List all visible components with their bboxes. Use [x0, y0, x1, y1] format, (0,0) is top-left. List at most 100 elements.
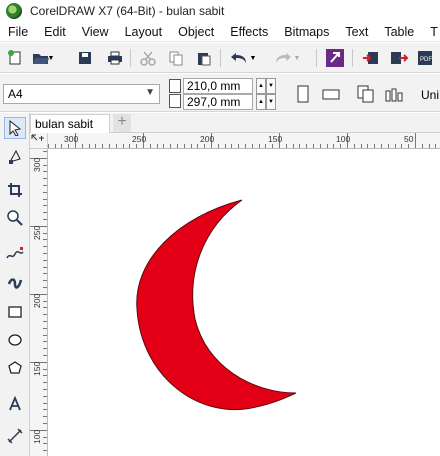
current-page-icon[interactable] [383, 83, 405, 105]
menu-layout[interactable]: Layout [117, 25, 171, 39]
ruler-minor-tick [43, 382, 47, 383]
ruler-label: 250 [32, 225, 42, 240]
vertical-ruler[interactable]: 300 250 200 150 100 [30, 149, 48, 456]
menu-text[interactable]: Text [337, 25, 376, 39]
redo-dropdown-icon[interactable]: ▼ [292, 48, 302, 68]
ruler-minor-tick [116, 144, 117, 148]
ruler-minor-tick [293, 144, 294, 148]
dimension-tool-icon[interactable] [4, 425, 26, 447]
all-pages-icon[interactable] [355, 83, 377, 105]
menu-object[interactable]: Object [170, 25, 222, 39]
undo-icon[interactable] [228, 48, 250, 68]
ruler-minor-tick [340, 144, 341, 148]
horizontal-ruler[interactable]: 300 250 200 150 100 50 [48, 133, 440, 149]
crop-tool-icon[interactable] [4, 179, 26, 201]
artistic-media-tool-icon[interactable] [4, 271, 26, 293]
ruler-minor-tick [82, 144, 83, 148]
publish-pdf-icon[interactable]: PDF [415, 48, 437, 68]
crescent-moon-shape[interactable] [136, 199, 297, 411]
page-height-field[interactable]: 297,0 mm [183, 94, 253, 110]
new-document-icon[interactable] [4, 48, 26, 68]
ruler-minor-tick [48, 144, 49, 148]
chevron-down-icon: ▼ [145, 87, 155, 98]
ruler-minor-tick [231, 144, 232, 148]
paste-icon[interactable] [193, 48, 215, 68]
window-title: CorelDRAW X7 (64-Bit) - bulan sabit [30, 4, 225, 18]
ruler-minor-tick [150, 144, 151, 148]
landscape-icon[interactable] [320, 83, 342, 105]
ruler-minor-tick [43, 178, 47, 179]
ruler-origin-corner[interactable] [30, 133, 48, 149]
redo-icon[interactable] [272, 48, 294, 68]
ruler-minor-tick [43, 430, 47, 431]
ruler-minor-tick [197, 144, 198, 148]
ruler-minor-tick [43, 314, 47, 315]
canvas-svg [136, 199, 297, 411]
document-tab[interactable]: bulan sabit [30, 114, 110, 133]
menu-file[interactable]: File [0, 25, 36, 39]
menu-tools-truncated[interactable]: T [422, 25, 440, 39]
menu-effects[interactable]: Effects [222, 25, 276, 39]
shape-tool-icon[interactable] [4, 145, 26, 167]
ruler-minor-tick [429, 144, 430, 148]
ruler-label: 150 [32, 361, 42, 376]
ruler-minor-tick [43, 423, 47, 424]
ruler-minor-tick [408, 144, 409, 148]
ruler-minor-tick [109, 144, 110, 148]
ruler-minor-tick [279, 144, 280, 148]
ruler-minor-tick [43, 151, 47, 152]
ruler-minor-tick [43, 287, 47, 288]
menu-bitmaps[interactable]: Bitmaps [276, 25, 337, 39]
ruler-minor-tick [177, 144, 178, 148]
menu-edit[interactable]: Edit [36, 25, 74, 39]
undo-dropdown-icon[interactable]: ▼ [248, 48, 258, 68]
ruler-minor-tick [43, 450, 47, 451]
ruler-minor-tick [43, 355, 47, 356]
pick-tool-icon[interactable] [4, 117, 26, 139]
ruler-minor-tick [401, 144, 402, 148]
ruler-minor-tick [374, 144, 375, 148]
ruler-minor-tick [43, 192, 47, 193]
zoom-tool-icon[interactable] [4, 207, 26, 229]
ruler-minor-tick [43, 396, 47, 397]
ellipse-tool-icon[interactable] [4, 329, 26, 351]
ruler-minor-tick [204, 144, 205, 148]
ruler-minor-tick [225, 144, 226, 148]
ruler-minor-tick [43, 348, 47, 349]
corel-logo-icon[interactable] [324, 48, 346, 68]
cut-icon[interactable] [137, 48, 159, 68]
page-width-field[interactable]: 210,0 mm [183, 78, 253, 94]
ruler-minor-tick [43, 267, 47, 268]
portrait-icon[interactable] [292, 83, 314, 105]
menu-table[interactable]: Table [376, 25, 422, 39]
menu-bar: File Edit View Layout Object Effects Bit… [0, 22, 440, 42]
ruler-label: 200 [200, 134, 215, 144]
rectangle-tool-icon[interactable] [4, 301, 26, 323]
ruler-minor-tick [367, 144, 368, 148]
page-height-icon [169, 94, 181, 108]
page-size-select[interactable]: A4 ▼ [3, 84, 160, 104]
page-height-stepper[interactable]: ▲ ▼ [256, 94, 276, 110]
ruler-minor-tick [43, 409, 47, 410]
ruler-minor-tick [43, 253, 47, 254]
export-icon[interactable] [388, 48, 410, 68]
toolbox [0, 113, 30, 456]
ruler-minor-tick [43, 212, 47, 213]
open-dropdown-icon[interactable]: ▼ [46, 48, 56, 68]
page-width-stepper[interactable]: ▲ ▼ [256, 78, 276, 94]
title-bar: CorelDRAW X7 (64-Bit) - bulan sabit [0, 0, 440, 22]
menu-view[interactable]: View [74, 25, 117, 39]
text-tool-icon[interactable] [4, 393, 26, 415]
import-icon[interactable] [360, 48, 382, 68]
polygon-tool-icon[interactable] [4, 357, 26, 379]
copy-icon[interactable] [165, 48, 187, 68]
save-icon[interactable] [74, 48, 96, 68]
add-document-tab-button[interactable]: + [113, 114, 131, 132]
ruler-minor-tick [163, 144, 164, 148]
print-icon[interactable] [104, 48, 126, 68]
ruler-label: 150 [268, 134, 283, 144]
ruler-label: 100 [336, 134, 351, 144]
ruler-minor-tick [43, 158, 47, 159]
drawing-canvas[interactable] [48, 149, 440, 456]
freehand-tool-icon[interactable] [4, 243, 26, 265]
